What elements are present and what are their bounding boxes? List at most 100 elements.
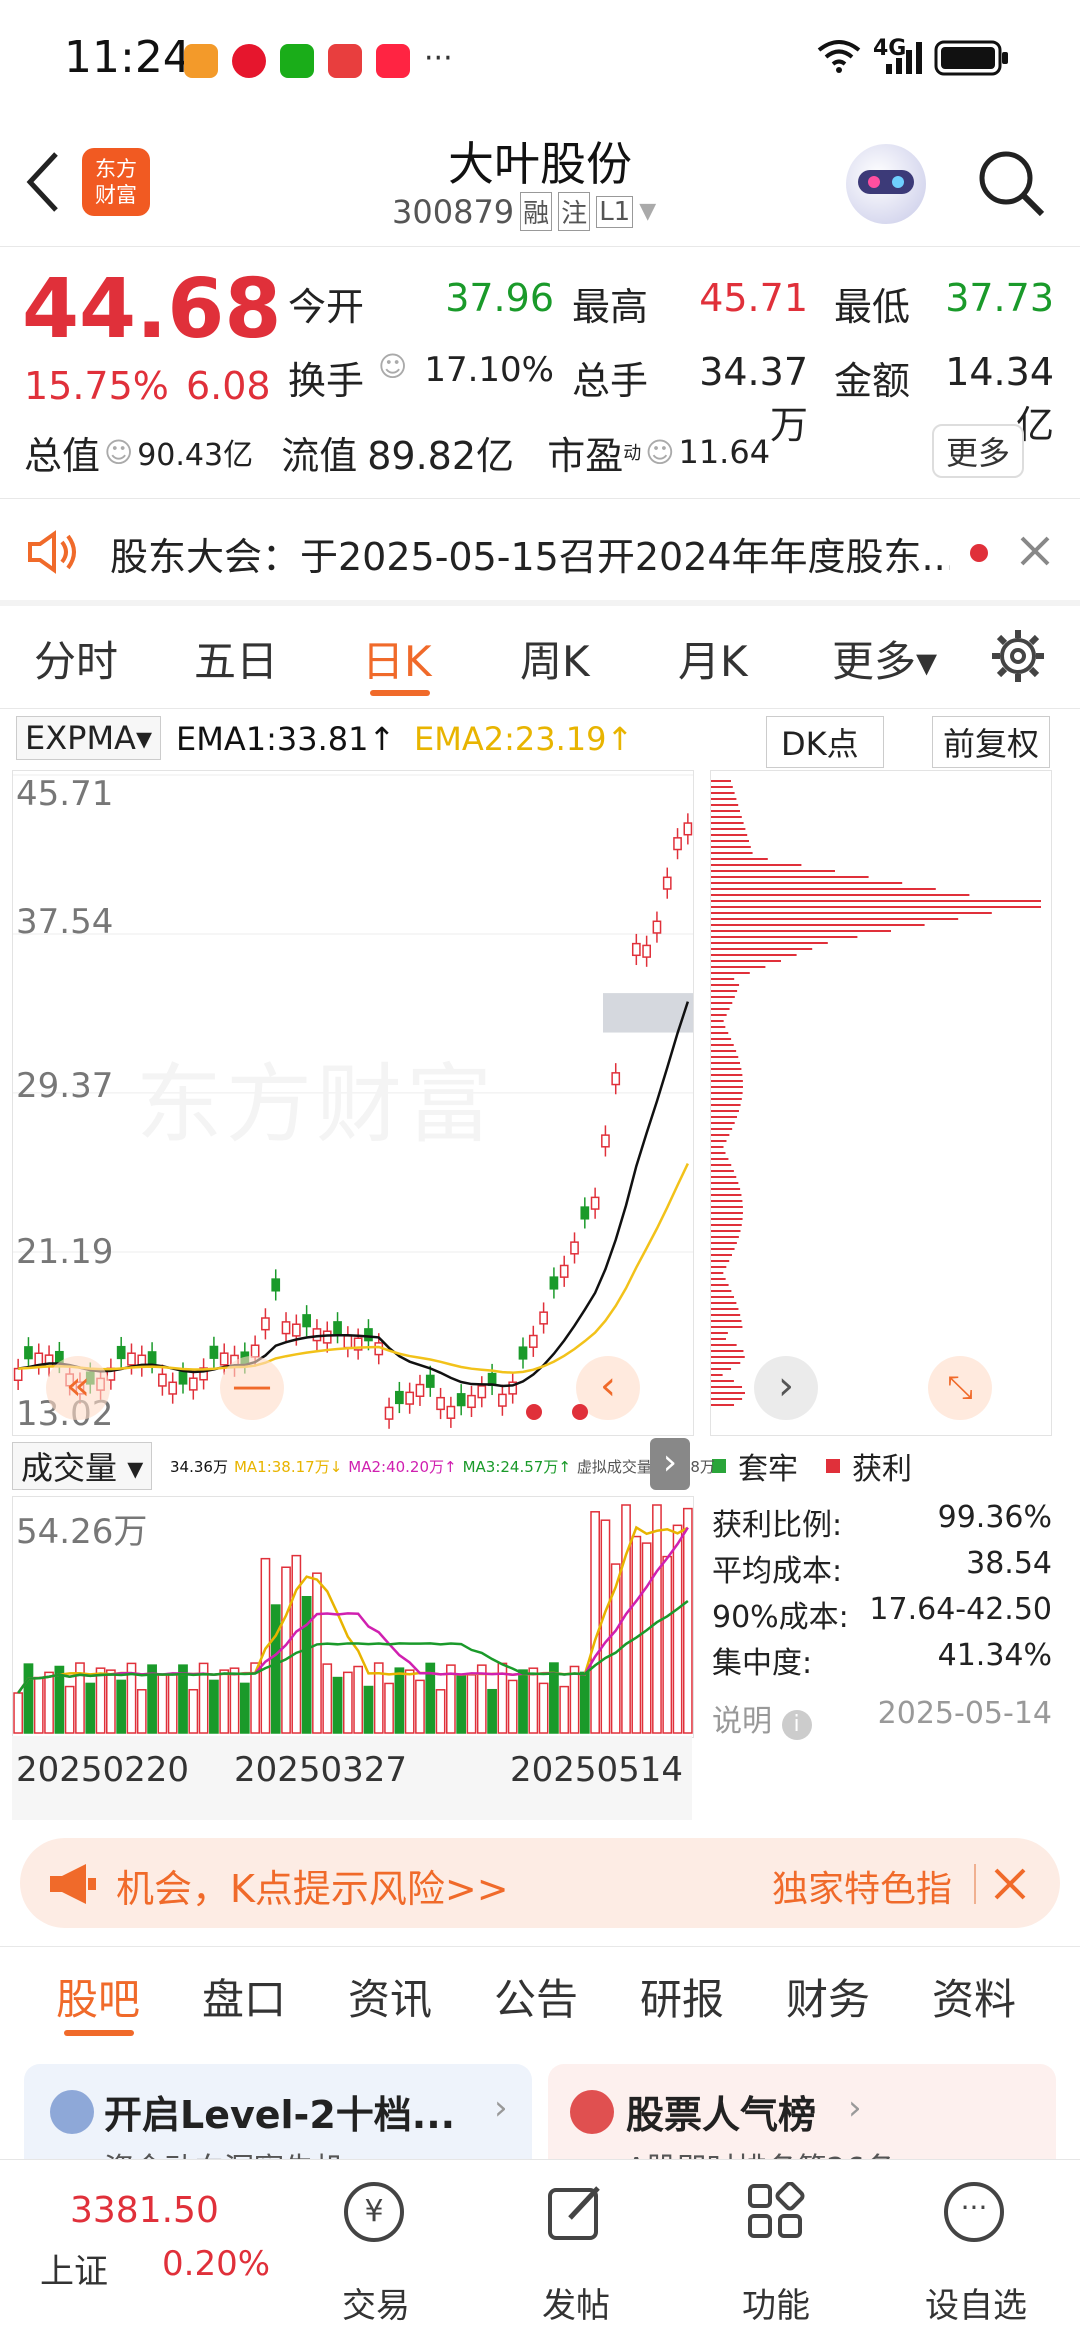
volume-expand-button[interactable]: › bbox=[650, 1438, 690, 1490]
adjust-button[interactable]: 前复权 bbox=[932, 716, 1051, 768]
candle-body bbox=[178, 1371, 188, 1385]
volume-bar bbox=[209, 1679, 219, 1734]
trade-icon: ¥ bbox=[344, 2182, 404, 2242]
y-tick-0: 45.71 bbox=[16, 774, 114, 814]
tab-announcements[interactable]: 公告 bbox=[494, 1966, 578, 2027]
tab-intraday[interactable]: 分时 bbox=[34, 628, 118, 689]
wifi-icon bbox=[817, 40, 861, 73]
total-value-info-icon[interactable]: ☺ bbox=[104, 436, 133, 469]
tab-daily-k[interactable]: 日K bbox=[362, 628, 432, 689]
volume-bar bbox=[579, 1671, 590, 1734]
candle-body bbox=[518, 1346, 528, 1360]
bottom-tabs-top-divider bbox=[0, 1946, 1080, 1947]
robot-assistant-icon[interactable] bbox=[846, 144, 926, 224]
chip-stats: 获利比例: 99.36% 平均成本: 38.54 90%成本: 17.64-42.50… bbox=[712, 1500, 1052, 1742]
nav-post-label: 发帖 bbox=[542, 2286, 610, 2326]
index-name: 上证 bbox=[40, 2252, 108, 2292]
dk-point-button[interactable]: DK点 bbox=[766, 716, 884, 768]
tab-monthly-k[interactable]: 月K bbox=[678, 628, 748, 689]
tab-news[interactable]: 资讯 bbox=[348, 1966, 432, 2027]
popularity-card[interactable]: 股票人气榜 › A股即时排名第26名 bbox=[548, 2064, 1056, 2174]
notice-unread-dot bbox=[970, 544, 988, 562]
close-icon[interactable] bbox=[1018, 534, 1052, 568]
info-icon: i bbox=[781, 1710, 812, 1740]
header-divider bbox=[0, 246, 1080, 247]
tab-research[interactable]: 研报 bbox=[640, 1966, 724, 2027]
tab-five-day[interactable]: 五日 bbox=[194, 628, 278, 689]
nav-functions[interactable]: 功能 bbox=[696, 2160, 856, 2340]
expand-icon[interactable]: ⤡ bbox=[928, 1356, 992, 1420]
candle-body bbox=[683, 822, 693, 836]
edit-icon bbox=[548, 2186, 600, 2240]
candle-body bbox=[261, 1317, 270, 1331]
chip-row-value: 17.64-42.50 bbox=[869, 1592, 1052, 1627]
chevron-right-icon: › bbox=[848, 2088, 862, 2128]
promo-banner[interactable]: 机会，K点提示风险>> 独家特色指 bbox=[20, 1838, 1060, 1928]
indicator-selector[interactable]: EXPMA▾ bbox=[16, 716, 161, 760]
tab-forum[interactable]: 股吧 bbox=[56, 1966, 140, 2027]
index-change: 0.20% bbox=[162, 2244, 271, 2284]
chip-next-button[interactable]: › bbox=[754, 1356, 818, 1420]
volume-bar bbox=[167, 1674, 178, 1734]
volume-bar bbox=[590, 1511, 600, 1734]
settings-gear-icon[interactable] bbox=[990, 628, 1046, 684]
megaphone-icon bbox=[50, 1864, 96, 1904]
index-quote[interactable]: 3381.50 上证 0.20% bbox=[30, 2180, 290, 2330]
volume-bar bbox=[291, 1554, 302, 1734]
stock-code-row[interactable]: 300879 融 注 L1 ▼ bbox=[392, 192, 656, 231]
volume-bar bbox=[456, 1674, 467, 1734]
candle-body bbox=[642, 944, 651, 958]
legend-trapped: 套牢 bbox=[738, 1452, 798, 1487]
scroll-left-button[interactable]: « bbox=[46, 1356, 110, 1420]
chip-note-label: 说明 bbox=[712, 1704, 772, 1739]
promo-separator bbox=[974, 1864, 976, 1904]
grid-icon bbox=[748, 2182, 805, 2238]
chip-row-90-cost: 90%成本: 17.64-42.50 bbox=[712, 1592, 1052, 1638]
tab-order-book[interactable]: 盘口 bbox=[202, 1966, 286, 2027]
volume-bar bbox=[507, 1679, 518, 1734]
tab-weekly-k[interactable]: 周K bbox=[520, 628, 590, 689]
pe-info-icon[interactable]: ☺ bbox=[645, 436, 674, 469]
turnover-info-icon[interactable]: ☺ bbox=[378, 350, 408, 424]
promo-close-icon[interactable] bbox=[992, 1866, 1028, 1902]
volume-bar bbox=[662, 1555, 673, 1734]
nav-post[interactable]: 发帖 bbox=[496, 2160, 656, 2340]
change-abs: 6.08 bbox=[186, 364, 271, 408]
nav-add-watchlist[interactable]: ··· 设自选 bbox=[896, 2160, 1056, 2340]
candle-body bbox=[446, 1405, 456, 1419]
nav-trade[interactable]: ¥ 交易 bbox=[296, 2160, 456, 2340]
header: 东方财富 大叶股份 300879 融 注 L1 ▼ bbox=[0, 120, 1080, 246]
notice-bar[interactable]: 股东大会：于2025-05-15召开2024年年度股东... bbox=[0, 500, 1080, 600]
volume-bar bbox=[641, 1542, 652, 1734]
turnover-label: 换手 bbox=[288, 359, 365, 403]
tab-finance[interactable]: 财务 bbox=[786, 1966, 870, 2027]
level2-card[interactable]: 开启Level-2十档... › 资金动向洞察先机 bbox=[24, 2064, 532, 2174]
candle-body bbox=[477, 1385, 487, 1399]
more-button[interactable]: 更多 bbox=[932, 424, 1025, 478]
tab-profile[interactable]: 资料 bbox=[932, 1966, 1016, 2027]
candle-body bbox=[425, 1374, 435, 1388]
candle-body bbox=[364, 1328, 373, 1342]
nav-functions-label: 功能 bbox=[742, 2286, 810, 2326]
tabs-divider bbox=[0, 708, 1080, 709]
last-price: 44.68 bbox=[22, 262, 282, 357]
status-time: 11:24 bbox=[64, 32, 191, 83]
bottom-tab-indicator bbox=[64, 2030, 134, 2036]
volume-label-text: 成交量 bbox=[21, 1449, 118, 1487]
y-tick-2: 29.37 bbox=[16, 1066, 114, 1106]
robot-eye-left bbox=[868, 176, 880, 188]
volume-bar bbox=[13, 1692, 24, 1734]
chip-row-label: 获利比例: bbox=[712, 1508, 843, 1543]
x-tick-2: 20250514 bbox=[510, 1750, 684, 1790]
candle-body bbox=[539, 1311, 548, 1325]
search-icon[interactable] bbox=[976, 148, 1046, 218]
tab-more[interactable]: 更多▾ bbox=[832, 628, 937, 689]
volume-bar bbox=[404, 1669, 415, 1734]
index-value: 3381.50 bbox=[70, 2190, 219, 2231]
chip-note[interactable]: 说明 i bbox=[712, 1696, 812, 1742]
candle-body bbox=[662, 876, 672, 890]
chip-distribution-chart[interactable] bbox=[710, 770, 1052, 1436]
zoom-out-button[interactable]: — bbox=[220, 1356, 284, 1420]
volume-indicator-selector[interactable]: 成交量 ▾ bbox=[12, 1442, 153, 1490]
chip-row-value: 41.34% bbox=[937, 1638, 1052, 1673]
